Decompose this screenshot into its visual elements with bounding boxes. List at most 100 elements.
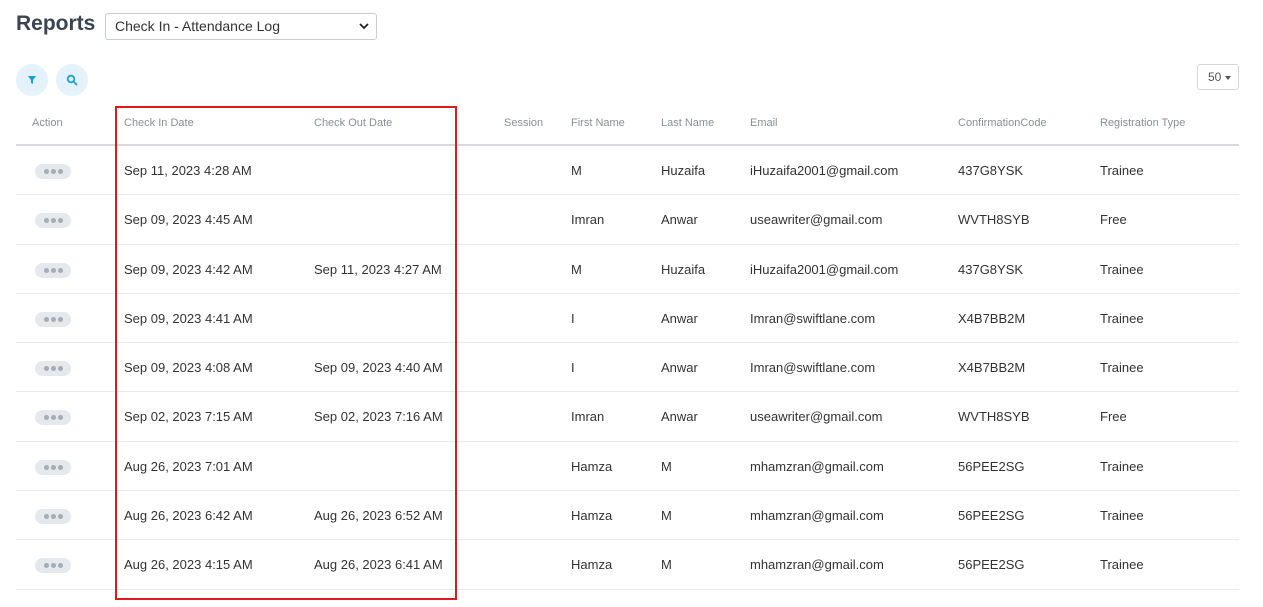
cell-email: iHuzaifa2001@gmail.com [750,163,899,178]
column-header-check-out-date[interactable]: Check Out Date [314,117,392,129]
cell-check-out-date: Aug 26, 2023 6:52 AM [314,508,443,524]
report-select-value: Check In - Attendance Log [115,18,280,34]
table-row: Aug 26, 2023 4:15 AM Aug 26, 2023 6:41 AM… [16,540,1239,590]
dot-icon [50,316,56,322]
dot-icon [57,366,63,372]
cell-confirmation-code: 56PEE2SG [958,508,1025,524]
dot-icon [57,218,63,224]
cell-email: mhamzran@gmail.com [750,458,884,474]
cell-first-name: M [571,163,582,178]
report-table: Action Check In Date Check Out Date Sess… [16,101,1239,590]
column-header-last-name[interactable]: Last Name [661,117,714,129]
cell-registration-type: Free [1100,409,1127,425]
cell-registration-type: Trainee [1100,360,1144,376]
more-actions-button[interactable] [35,262,71,278]
cell-check-in-date: Sep 09, 2023 4:08 AM [124,360,253,376]
more-actions-button[interactable] [35,509,71,525]
cell-check-in-date: Aug 26, 2023 4:15 AM [124,557,253,573]
table-header: Action Check In Date Check Out Date Sess… [16,101,1239,146]
column-header-confirmation-code[interactable]: ConfirmationCode [958,117,1047,129]
cell-check-out-date: Sep 11, 2023 4:27 AM [314,261,442,277]
cell-last-name: Anwar [661,409,698,425]
report-type-select[interactable]: Check In - Attendance Log [105,13,377,40]
dot-icon [50,218,56,224]
cell-first-name: M [571,261,582,277]
table-row: Sep 09, 2023 4:08 AM Sep 09, 2023 4:40 AM… [16,343,1239,393]
page-size-value: 50 [1208,70,1222,84]
dot-icon [57,514,63,520]
cell-confirmation-code: WVTH8SYB [958,212,1030,228]
column-header-email[interactable]: Email [750,117,778,129]
more-actions-button[interactable] [35,311,71,327]
cell-last-name: M [661,508,672,524]
page-size-dropdown[interactable]: 50 [1197,64,1239,90]
more-actions-button[interactable] [35,459,71,475]
cell-registration-type: Free [1100,212,1127,228]
cell-last-name: M [661,458,672,474]
dot-icon [57,316,63,322]
cell-email: iHuzaifa2001@gmail.com [750,261,899,277]
table-row: Sep 09, 2023 4:42 AM Sep 11, 2023 4:27 AM… [16,245,1239,294]
dot-icon [50,366,56,372]
cell-last-name: M [661,557,672,573]
cell-first-name: Imran [571,212,605,228]
cell-confirmation-code: 437G8YSK [958,261,1024,277]
table-body: Sep 11, 2023 4:28 AM M Huzaifa iHuzaifa2001… [16,146,1239,590]
cell-email: Imran@swiftlane.com [750,360,876,376]
dot-icon [43,514,49,520]
more-actions-button[interactable] [35,410,71,426]
search-button[interactable] [56,64,88,96]
dot-icon [43,563,49,569]
cell-first-name: I [571,360,575,376]
cell-last-name: Anwar [661,310,698,326]
cell-confirmation-code: X4B7BB2M [958,310,1026,326]
cell-confirmation-code: WVTH8SYB [958,409,1030,425]
dot-icon [57,563,63,569]
search-icon [66,74,78,86]
cell-first-name: I [571,310,575,326]
cell-check-in-date: Sep 11, 2023 4:28 AM [124,163,252,178]
cell-check-out-date: Aug 26, 2023 6:41 AM [314,557,443,573]
cell-last-name: Huzaifa [661,261,706,277]
cell-registration-type: Trainee [1100,261,1144,277]
cell-check-out-date: Sep 09, 2023 4:40 AM [314,360,443,376]
cell-check-in-date: Sep 09, 2023 4:41 AM [124,310,253,326]
cell-email: useawriter@gmail.com [750,212,883,228]
dot-icon [43,464,49,470]
chevron-down-icon [359,23,369,30]
cell-email: Imran@swiftlane.com [750,310,876,326]
more-actions-button[interactable] [35,213,71,229]
cell-email: mhamzran@gmail.com [750,508,884,524]
dot-icon [43,218,49,224]
column-header-registration-type[interactable]: Registration Type [1100,117,1185,129]
cell-check-in-date: Sep 09, 2023 4:42 AM [124,261,253,277]
cell-check-in-date: Sep 02, 2023 7:15 AM [124,409,253,425]
cell-check-in-date: Sep 09, 2023 4:45 AM [124,212,253,228]
table-row: Sep 09, 2023 4:45 AM Imran Anwar useawriter… [16,195,1239,245]
dot-icon [43,366,49,372]
table-row: Sep 09, 2023 4:41 AM I Anwar Imran@swiftlan… [16,294,1239,344]
dot-icon [57,415,63,421]
cell-check-in-date: Aug 26, 2023 6:42 AM [124,508,253,524]
cell-registration-type: Trainee [1100,458,1144,474]
cell-confirmation-code: 437G8YSK [958,163,1024,178]
table-row: Aug 26, 2023 6:42 AM Aug 26, 2023 6:52 AM… [16,491,1239,541]
filter-button[interactable] [16,64,48,96]
dot-icon [43,169,49,174]
dot-icon [43,316,49,322]
column-header-check-in-date[interactable]: Check In Date [124,117,194,129]
cell-confirmation-code: 56PEE2SG [958,458,1025,474]
dot-icon [50,563,56,569]
more-actions-button[interactable] [35,164,71,179]
more-actions-button[interactable] [35,361,71,377]
dot-icon [50,415,56,421]
column-header-first-name[interactable]: First Name [571,117,625,129]
cell-email: useawriter@gmail.com [750,409,883,425]
column-header-session[interactable]: Session [504,117,543,129]
more-actions-button[interactable] [35,558,71,574]
column-header-action[interactable]: Action [32,117,63,129]
table-row: Aug 26, 2023 7:01 AM Hamza Mmhamzran@gmail… [16,442,1239,492]
cell-first-name: Hamza [571,557,613,573]
cell-last-name: Huzaifa [661,163,706,178]
dot-icon [57,169,63,174]
